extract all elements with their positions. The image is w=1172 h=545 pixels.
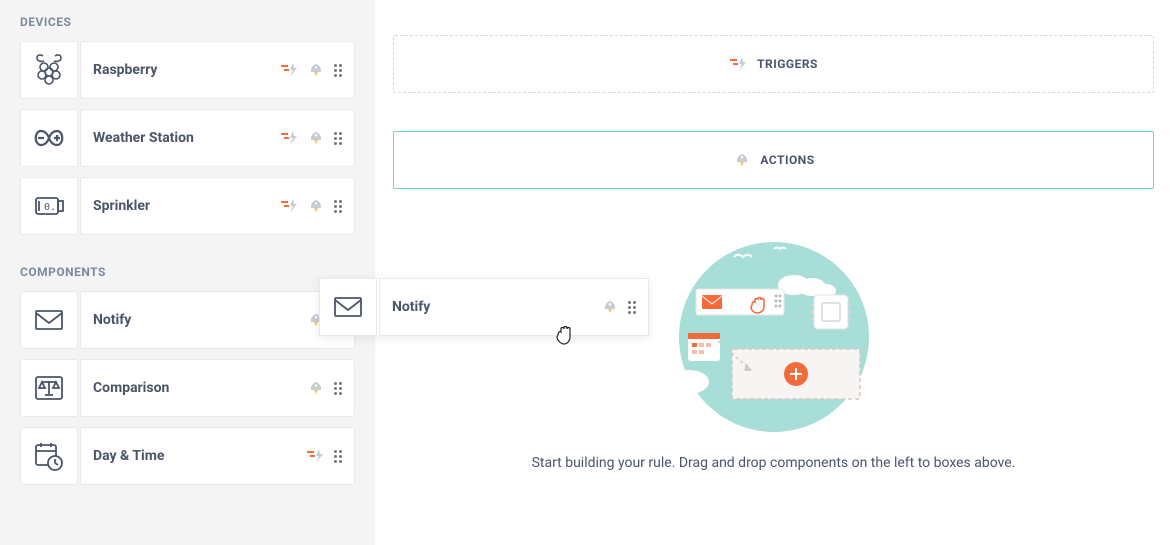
svg-text:0.: 0. xyxy=(44,202,56,213)
action-icon xyxy=(732,153,752,167)
triggers-label: TRIGGERS xyxy=(757,57,818,71)
devices-title: DEVICES xyxy=(20,15,355,29)
device-item-raspberry[interactable]: Raspberry xyxy=(20,41,355,99)
components-title: COMPONENTS xyxy=(20,265,355,279)
actions-label: ACTIONS xyxy=(760,153,814,167)
component-item-daytime[interactable]: Day & Time xyxy=(20,427,355,485)
device-item-body: Weather Station xyxy=(80,109,355,167)
action-icon xyxy=(306,131,326,145)
component-label: Notify xyxy=(93,312,306,328)
component-badges xyxy=(306,381,326,395)
device-badges xyxy=(280,199,326,213)
trigger-icon xyxy=(280,199,300,213)
hint-text: Start building your rule. Drag and drop … xyxy=(532,455,1016,471)
calendar-time-icon xyxy=(20,427,78,485)
drag-handle-icon[interactable] xyxy=(334,382,342,395)
drag-handle-icon[interactable] xyxy=(334,64,342,77)
scale-icon xyxy=(20,359,78,417)
components-section: COMPONENTS Notify xyxy=(20,265,355,485)
drag-handle-icon[interactable] xyxy=(334,450,342,463)
device-label: Raspberry xyxy=(93,62,280,78)
main-canvas: TRIGGERS ACTIONS xyxy=(375,0,1172,545)
device-label: Sprinkler xyxy=(93,198,280,214)
component-label: Comparison xyxy=(93,380,306,396)
triggers-dropzone[interactable]: TRIGGERS xyxy=(393,35,1154,93)
drag-handle-icon[interactable] xyxy=(628,301,636,314)
component-item-comparison[interactable]: Comparison xyxy=(20,359,355,417)
actions-dropzone[interactable]: ACTIONS xyxy=(393,131,1154,189)
sidebar: DEVICES Raspberr xyxy=(0,0,375,545)
action-icon xyxy=(306,63,326,77)
component-item-body: Notify xyxy=(80,291,355,349)
devices-section: DEVICES Raspberr xyxy=(20,15,355,235)
component-item-body: Day & Time xyxy=(80,427,355,485)
trigger-icon xyxy=(306,449,326,463)
device-item-body: Sprinkler xyxy=(80,177,355,235)
trigger-icon xyxy=(280,131,300,145)
component-badges xyxy=(306,449,326,463)
raspberry-icon xyxy=(20,41,78,99)
component-label: Day & Time xyxy=(93,448,306,464)
device-item-weather[interactable]: Weather Station xyxy=(20,109,355,167)
trigger-icon xyxy=(729,57,749,71)
dragging-item-body: Notify xyxy=(379,278,649,336)
envelope-icon xyxy=(319,278,377,336)
drag-handle-icon[interactable] xyxy=(334,200,342,213)
device-item-body: Raspberry xyxy=(80,41,355,99)
action-icon xyxy=(306,381,326,395)
device-item-sprinkler[interactable]: 0. Sprinkler xyxy=(20,177,355,235)
drag-handle-icon[interactable] xyxy=(334,132,342,145)
device-label: Weather Station xyxy=(93,130,280,146)
envelope-icon xyxy=(20,291,78,349)
arduino-icon xyxy=(20,109,78,167)
dragging-item-badges xyxy=(600,300,620,314)
component-item-notify[interactable]: Notify xyxy=(20,291,355,349)
sprinkler-icon: 0. xyxy=(20,177,78,235)
component-item-body: Comparison xyxy=(80,359,355,417)
dragging-item-label: Notify xyxy=(392,299,600,315)
action-icon xyxy=(600,300,620,314)
device-badges xyxy=(280,63,326,77)
device-badges xyxy=(280,131,326,145)
hero-illustration: Start building your rule. Drag and drop … xyxy=(393,237,1154,471)
action-icon xyxy=(306,199,326,213)
trigger-icon xyxy=(280,63,300,77)
dragging-item-notify[interactable]: Notify xyxy=(319,278,649,336)
